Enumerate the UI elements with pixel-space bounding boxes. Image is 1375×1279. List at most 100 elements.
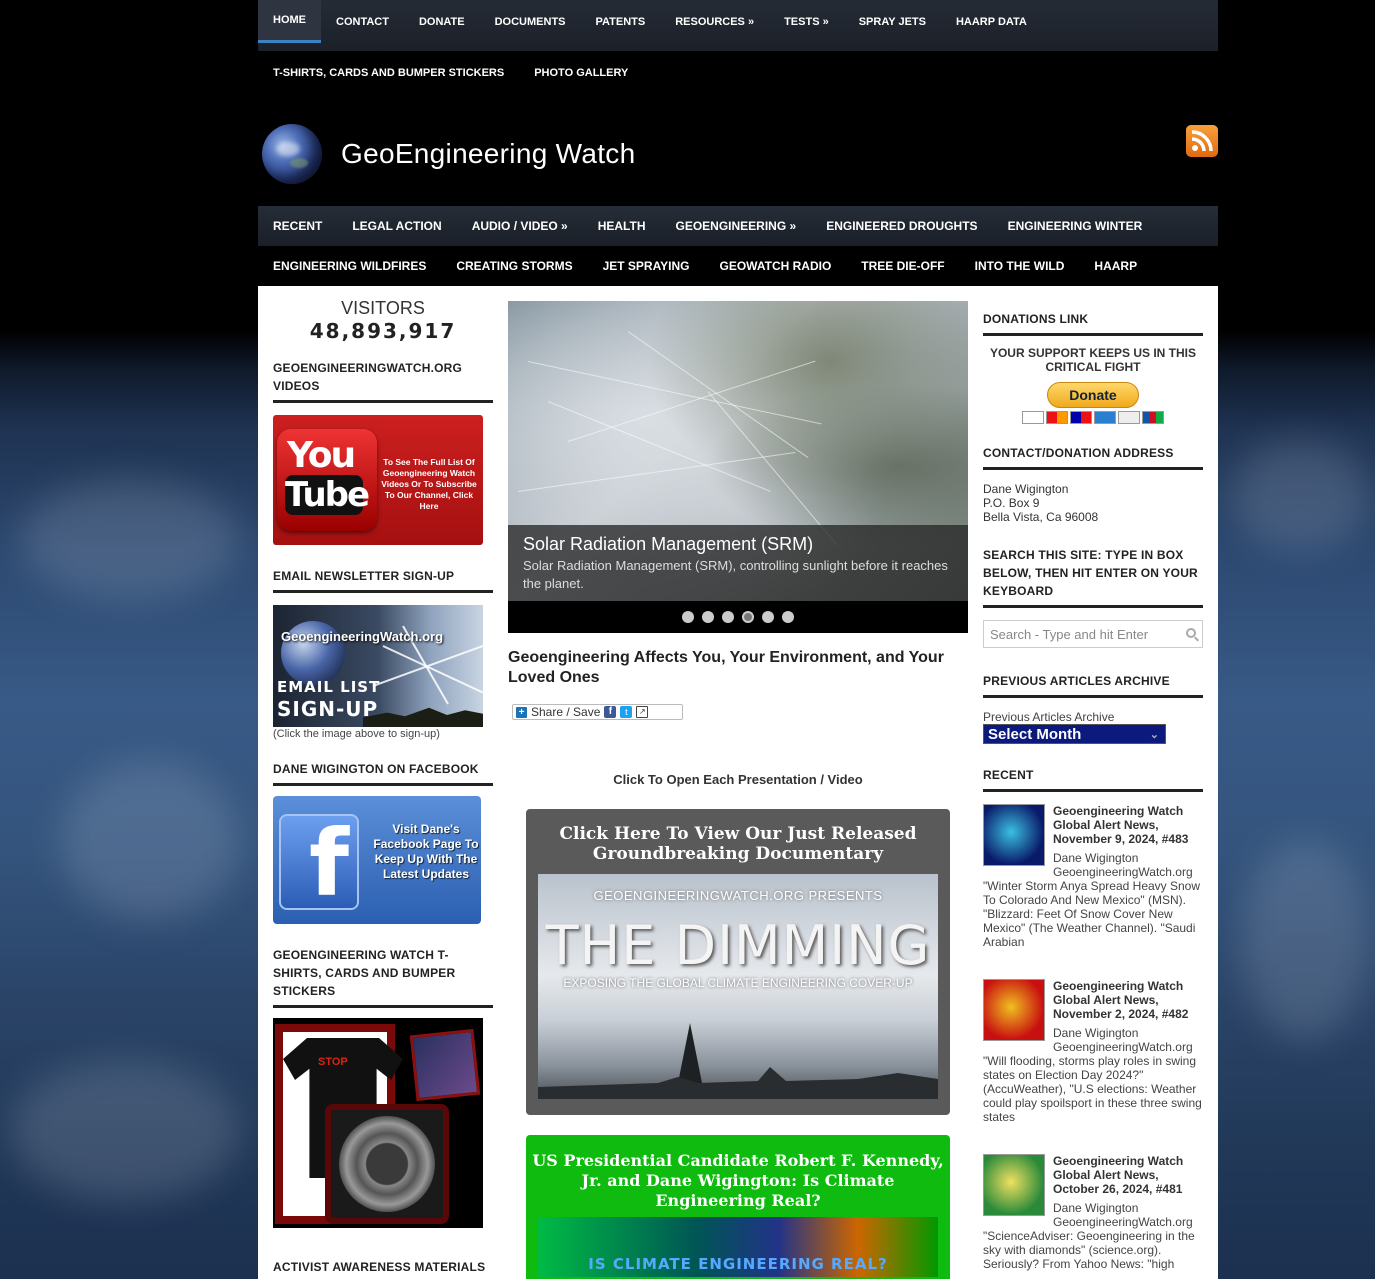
recent-post-text: Geoengineering Watch Global Alert News, …	[1053, 804, 1203, 879]
slider-dot[interactable]	[782, 611, 794, 623]
select-month-value: Select Month	[988, 726, 1082, 743]
email-signup-caption: (Click the image above to sign-up)	[273, 728, 440, 740]
documentary-promo[interactable]: Click Here To View Our Just Released Gro…	[526, 809, 950, 1115]
shirts-widget-title: GEOENGINEERING WATCH T-SHIRTS, CARDS AND…	[273, 946, 493, 1008]
mainnav-item[interactable]: HEALTH	[583, 219, 661, 233]
mainnav-item[interactable]: RECENT	[258, 219, 337, 233]
topnav-item[interactable]: DONATE	[404, 0, 480, 43]
paypal-donate-button[interactable]: Donate	[1047, 382, 1139, 408]
archive-widget-title: PREVIOUS ARTICLES ARCHIVE	[983, 672, 1203, 698]
mainnav-item[interactable]: ENGINEERED DROUGHTS	[811, 219, 992, 233]
newsletter-widget-title: EMAIL NEWSLETTER SIGN-UP	[273, 567, 493, 593]
slider-dot[interactable]	[722, 611, 734, 623]
mainnav-item[interactable]: GEOWATCH RADIO	[705, 259, 847, 273]
slider-dot[interactable]	[742, 611, 754, 623]
mainnav-item[interactable]: ENGINEERING WILDFIRES	[258, 259, 441, 273]
address-line: Dane Wigington	[983, 482, 1069, 496]
recent-post-thumbnail[interactable]	[983, 979, 1045, 1041]
search-input[interactable]: Search - Type and hit Enter	[983, 620, 1203, 648]
archive-month-select[interactable]: Select Month ⌄	[983, 724, 1166, 744]
featured-slider[interactable]: Solar Radiation Management (SRM) Solar R…	[508, 301, 968, 633]
visitors-label: VISITORS	[341, 298, 425, 318]
topnav-item[interactable]: PATENTS	[581, 0, 661, 43]
topnav-item[interactable]: T-SHIRTS, CARDS AND BUMPER STICKERS	[258, 51, 519, 94]
facebook-widget-title: DANE WIGINGTON ON FACEBOOK	[273, 760, 493, 786]
mainnav-item[interactable]: AUDIO / VIDEO »	[457, 219, 583, 233]
topnav-item[interactable]: HOME	[258, 0, 321, 43]
email-banner-line1: EMAIL LIST	[277, 678, 381, 696]
recent-post-thumbnail[interactable]	[983, 804, 1045, 866]
post-title[interactable]: Geoengineering Affects You, Your Environ…	[508, 648, 968, 688]
twitter-share-icon[interactable]: t	[620, 706, 633, 718]
mainnav-item[interactable]: INTO THE WILD	[960, 259, 1080, 273]
main-column: Solar Radiation Management (SRM) Solar R…	[508, 286, 968, 1279]
slider-dot[interactable]	[702, 611, 714, 623]
recent-post-title[interactable]: Geoengineering Watch Global Alert News, …	[1053, 1154, 1203, 1196]
slide-title[interactable]: Solar Radiation Management (SRM)	[523, 534, 953, 555]
poster-subtitle: EXPOSING THE GLOBAL CLIMATE ENGINEERING …	[563, 976, 913, 990]
external-share-icon[interactable]: ↗	[636, 706, 649, 718]
slide-description: Solar Radiation Management (SRM), contro…	[523, 558, 948, 591]
topnav-item[interactable]: TESTS »	[769, 0, 844, 43]
topnav-item[interactable]: RESOURCES »	[660, 0, 769, 43]
ground-silhouette	[538, 1067, 938, 1099]
email-signup-banner[interactable]: GeoengineeringWatch.org EMAIL LIST SIGN-…	[273, 605, 483, 727]
visitor-counter: VISITORS 48,893,917	[273, 286, 493, 343]
top-navigation: HOME CONTACT DONATE DOCUMENTS PATENTS RESOURC…	[258, 0, 1218, 102]
main-navigation: RECENT LEGAL ACTION AUDIO / VIDEO » HEALTH G…	[258, 206, 1218, 286]
mainnav-item[interactable]: JET SPRAYING	[588, 259, 705, 273]
recent-post-author: Dane Wigington GeoengineeringWatch.org	[1053, 1026, 1193, 1054]
activist-widget-title: ACTIVIST AWARENESS MATERIALS	[273, 1258, 493, 1279]
tshirt-stop-text: STOP	[318, 1056, 348, 1068]
facebook-page-banner[interactable]: f Visit Dane's Facebook Page To Keep Up …	[273, 796, 481, 924]
visitors-count: 48,893,917	[309, 319, 457, 343]
address-line: Bella Vista, Ca 96008	[983, 510, 1099, 524]
mainnav-item[interactable]: LEGAL ACTION	[337, 219, 456, 233]
search-placeholder: Search - Type and hit Enter	[990, 626, 1149, 642]
videos-widget-title: GEOENGINEERINGWATCH.ORG VIDEOS	[273, 359, 493, 403]
the-dimming-poster[interactable]: GEOENGINEERINGWATCH.ORG PRESENTS THE DIM…	[538, 874, 938, 1099]
mainnav-item[interactable]: HAARP	[1079, 259, 1152, 273]
mainnav-item[interactable]: ENGINEERING WINTER	[993, 219, 1158, 233]
donations-widget-title: DONATIONS LINK	[983, 310, 1203, 336]
mainnav-item[interactable]: TREE DIE-OFF	[846, 259, 959, 273]
rfk-promo-image[interactable]: IS CLIMATE ENGINEERING REAL?	[538, 1217, 938, 1277]
amex-icon	[1094, 411, 1116, 424]
merchandise-banner[interactable]: STOP	[273, 1018, 483, 1228]
rss-icon[interactable]	[1186, 125, 1218, 157]
youtube-channel-banner[interactable]: You Tube To See The Full List Of Geoengi…	[273, 415, 483, 545]
globe-logo[interactable]	[262, 124, 322, 184]
youtube-you-text: You	[287, 435, 356, 476]
topnav-item[interactable]: CONTACT	[321, 0, 404, 43]
topnav-item[interactable]: HAARP DATA	[941, 0, 1042, 43]
recent-post-author: Dane Wigington GeoengineeringWatch.org	[1053, 1201, 1193, 1229]
share-save-button[interactable]: + Share / Save f t ↗	[512, 704, 683, 720]
facebook-f-glyph: f	[309, 810, 350, 917]
topnav-item[interactable]: SPRAY JETS	[844, 0, 941, 43]
mainnav-item[interactable]: GEOENGINEERING »	[661, 219, 812, 233]
rfk-promo-heading: US Presidential Candidate Robert F. Kenn…	[532, 1151, 944, 1210]
recent-post-thumbnail[interactable]	[983, 1154, 1045, 1216]
recent-post-title[interactable]: Geoengineering Watch Global Alert News, …	[1053, 979, 1203, 1021]
bumper-sticker-image	[325, 1104, 449, 1224]
topnav-item[interactable]: DOCUMENTS	[480, 0, 581, 43]
rfk-interview-promo[interactable]: US Presidential Candidate Robert F. Kenn…	[526, 1135, 950, 1279]
discover-icon	[1118, 411, 1140, 424]
recent-post-text: Geoengineering Watch Global Alert News, …	[1053, 979, 1203, 1054]
facebook-share-icon[interactable]: f	[604, 706, 617, 718]
mainnav-item[interactable]: CREATING STORMS	[441, 259, 587, 273]
rfk-promo-strip-text: IS CLIMATE ENGINEERING REAL?	[588, 1255, 888, 1273]
archive-label: Previous Articles Archive	[983, 710, 1115, 724]
poster-title: THE DIMMING	[545, 914, 931, 977]
recent-post-excerpt: "ScienceAdviser: Geoengineering in the s…	[983, 1229, 1195, 1271]
recent-post-title[interactable]: Geoengineering Watch Global Alert News, …	[1053, 804, 1203, 846]
topnav-item[interactable]: PHOTO GALLERY	[519, 51, 643, 94]
mastercard-icon	[1046, 411, 1068, 424]
slider-dot[interactable]	[682, 611, 694, 623]
site-title[interactable]: GeoEngineering Watch	[341, 138, 635, 170]
treeline-silhouette	[363, 707, 483, 727]
slider-dot[interactable]	[762, 611, 774, 623]
search-icon[interactable]	[1186, 628, 1196, 638]
recent-post-excerpt: "Will flooding, storms play roles in swi…	[983, 1054, 1202, 1124]
email-banner-line2: SIGN-UP	[277, 697, 379, 721]
